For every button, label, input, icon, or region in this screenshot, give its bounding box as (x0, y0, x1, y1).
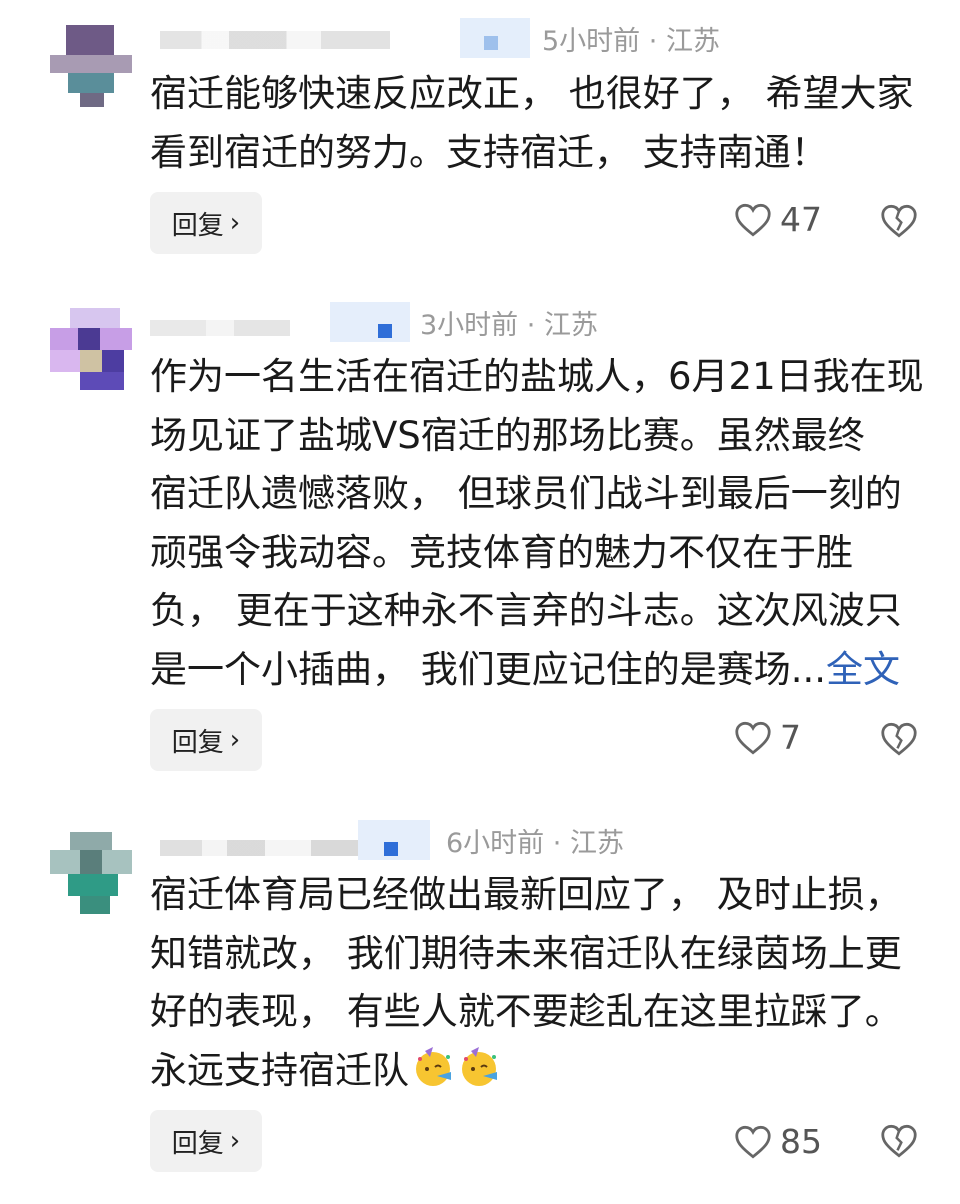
comment-region: 江苏 (543, 309, 598, 341)
chevron-right-icon: › (229, 725, 241, 755)
avatar[interactable] (50, 25, 132, 107)
avatar[interactable] (50, 308, 132, 390)
comment-time: 6小时前 (446, 827, 545, 859)
heart-outline-icon (735, 1125, 771, 1158)
reply-button[interactable]: 回复 › (150, 1110, 262, 1172)
comment-text: 宿迁能够快速反应改正， 也很好了， 希望大家 看到宿迁的努力。支持宿迁， 支持南… (150, 72, 914, 174)
comment-time: 3小时前 (420, 309, 519, 341)
comment-1: 5小时前 · 江苏 宿迁能够快速反应改正， 也很好了， 希望大家 看到宿迁的努力… (0, 0, 960, 270)
avatar[interactable] (50, 832, 132, 914)
chevron-right-icon: › (229, 1126, 241, 1156)
reply-button[interactable]: 回复 › (150, 192, 262, 254)
badge-blurred (330, 302, 410, 342)
chevron-right-icon: › (229, 208, 241, 238)
username-blurred[interactable] (160, 840, 370, 856)
broken-heart-icon (881, 204, 917, 238)
username-blurred[interactable] (160, 31, 390, 49)
comment-meta: 6小时前 · 江苏 (150, 820, 750, 860)
reply-button[interactable]: 回复 › (150, 709, 262, 771)
like-count: 7 (780, 718, 801, 757)
comment-text: 作为一名生活在宿迁的盐城人，6月21日我在现 场见证了盐城VS宿迁的那场比赛。虽… (150, 355, 924, 691)
heart-outline-icon (735, 203, 771, 236)
like-button[interactable]: 85 (734, 1122, 822, 1161)
badge-blurred (358, 820, 430, 860)
party-face-emoji-icon (462, 1046, 497, 1086)
dislike-button[interactable] (880, 204, 918, 242)
comment-region: 江苏 (569, 827, 624, 859)
comment-2: 3小时前 · 江苏 作为一名生活在宿迁的盐城人，6月21日我在现 场见证了盐城V… (0, 290, 960, 790)
comment-meta: 5小时前 · 江苏 (150, 18, 750, 58)
comment-meta: 3小时前 · 江苏 (150, 302, 750, 342)
broken-heart-icon (881, 1124, 917, 1158)
like-button[interactable]: 7 (734, 718, 801, 757)
dislike-button[interactable] (880, 722, 918, 760)
username-blurred[interactable] (150, 320, 290, 336)
like-count: 85 (780, 1122, 822, 1161)
badge-blurred (460, 18, 530, 58)
comment-time: 5小时前 (542, 25, 641, 57)
dislike-button[interactable] (880, 1124, 918, 1162)
expand-full-text-link[interactable]: 全文 (826, 648, 900, 691)
broken-heart-icon (881, 722, 917, 756)
comment-3: 6小时前 · 江苏 宿迁体育局已经做出最新回应了， 及时止损， 知错就改， 我们… (0, 812, 960, 1192)
comment-region: 江苏 (665, 25, 720, 57)
party-face-emoji-icon (416, 1046, 451, 1086)
heart-outline-icon (735, 721, 771, 754)
like-count: 47 (780, 200, 822, 239)
like-button[interactable]: 47 (734, 200, 822, 239)
comment-text: 宿迁体育局已经做出最新回应了， 及时止损， 知错就改， 我们期待未来宿迁队在绿茵… (150, 873, 902, 1092)
